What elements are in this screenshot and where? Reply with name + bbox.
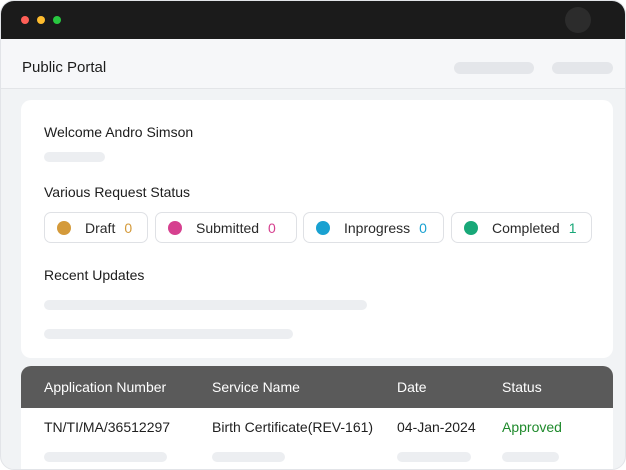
window-titlebar bbox=[1, 1, 625, 39]
cell-date: 04-Jan-2024 bbox=[397, 419, 476, 435]
status-chip-label: Submitted bbox=[196, 219, 260, 236]
cell-service-name: Birth Certificate(REV-161) bbox=[212, 419, 374, 435]
applications-table: Application Number Service Name Date Sta… bbox=[21, 366, 613, 469]
browser-window: Public Portal Welcome Andro Simson Vario… bbox=[0, 0, 626, 470]
draft-status-dot-icon bbox=[57, 220, 71, 235]
table-header: Application Number Service Name Date Sta… bbox=[21, 366, 613, 408]
request-status-heading: Various Request Status bbox=[44, 184, 191, 200]
dashboard-card: Welcome Andro Simson Various Request Sta… bbox=[21, 100, 613, 358]
header-nav-placeholder-2[interactable] bbox=[552, 62, 613, 74]
status-chip-inprogress[interactable]: Inprogress 0 bbox=[303, 212, 444, 243]
status-chip-label: Inprogress bbox=[344, 219, 411, 236]
cell-application-number[interactable]: TN/TI/MA/36512297 bbox=[44, 419, 170, 435]
column-header-status[interactable]: Status bbox=[502, 379, 542, 395]
welcome-subtext-placeholder bbox=[44, 152, 105, 162]
status-chip-label: Completed bbox=[492, 219, 560, 236]
row-placeholder-1 bbox=[44, 452, 167, 462]
status-chip-count: 1 bbox=[568, 219, 577, 236]
welcome-message: Welcome Andro Simson bbox=[44, 124, 194, 140]
inprogress-status-dot-icon bbox=[316, 220, 330, 235]
column-header-date[interactable]: Date bbox=[397, 379, 427, 395]
close-window-button[interactable] bbox=[21, 16, 29, 24]
column-header-service-name[interactable]: Service Name bbox=[212, 379, 300, 395]
status-chip-count: 0 bbox=[268, 219, 276, 236]
submitted-status-dot-icon bbox=[168, 220, 182, 235]
row-placeholder-2 bbox=[212, 452, 285, 462]
status-chip-label: Draft bbox=[85, 219, 116, 236]
completed-status-dot-icon bbox=[464, 220, 478, 235]
recent-update-placeholder-1 bbox=[44, 300, 367, 310]
portal-header: Public Portal bbox=[1, 39, 625, 89]
row-placeholder-4 bbox=[502, 452, 559, 462]
maximize-window-button[interactable] bbox=[53, 16, 61, 24]
page-title: Public Portal bbox=[22, 59, 107, 76]
status-chip-draft[interactable]: Draft 0 bbox=[44, 212, 148, 243]
cell-status: Approved bbox=[502, 419, 562, 435]
status-chip-count: 0 bbox=[419, 219, 427, 236]
avatar[interactable] bbox=[565, 7, 591, 33]
recent-update-placeholder-2 bbox=[44, 329, 293, 339]
row-placeholder-3 bbox=[397, 452, 471, 462]
status-chip-submitted[interactable]: Submitted 0 bbox=[155, 212, 297, 243]
column-header-application-number[interactable]: Application Number bbox=[44, 379, 166, 395]
header-nav-placeholder-1[interactable] bbox=[454, 62, 534, 74]
minimize-window-button[interactable] bbox=[37, 16, 45, 24]
status-chip-completed[interactable]: Completed 1 bbox=[451, 212, 592, 243]
recent-updates-heading: Recent Updates bbox=[44, 267, 145, 283]
status-chip-count: 0 bbox=[124, 219, 133, 236]
